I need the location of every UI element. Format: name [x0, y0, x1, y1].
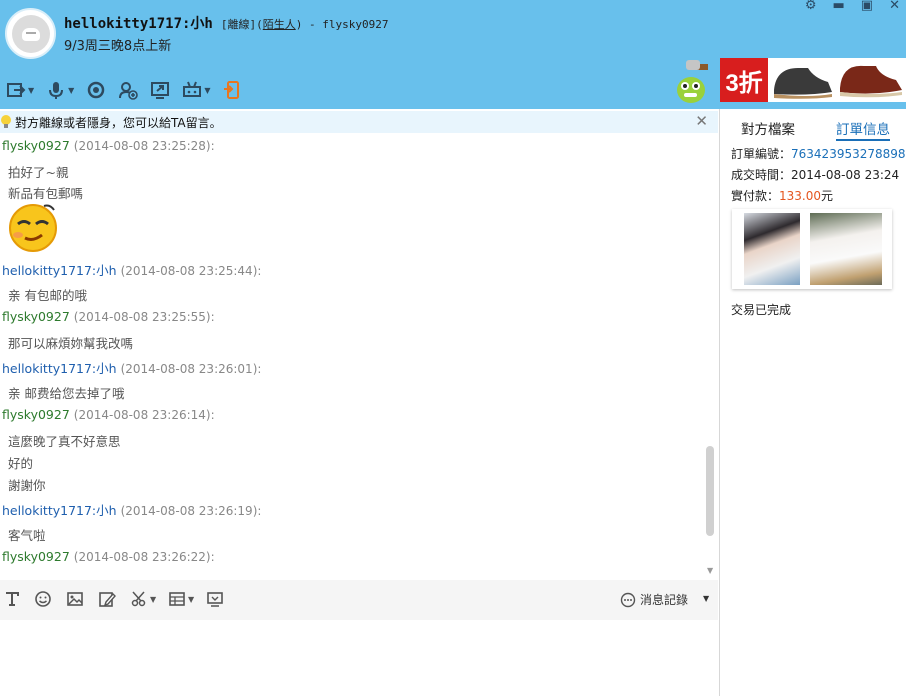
voice-icon	[49, 82, 64, 99]
quick-phrase-icon	[169, 592, 185, 606]
message-text: 亲 邮费给您去掉了哦	[8, 386, 125, 401]
message-text: 謝謝你	[8, 478, 46, 493]
paid-amount-row: 實付款：133.00元	[731, 189, 834, 203]
remote-screen-icon	[207, 592, 223, 607]
minimize-icon[interactable]: ▬	[833, 0, 845, 13]
order-number-link[interactable]: 763423953278898	[791, 147, 906, 161]
side-panel: 對方檔案 訂單信息 訂單編號：763423953278898 成交時間：2014…	[720, 109, 906, 696]
transfer-file-button[interactable]: ▼	[6, 80, 34, 100]
online-status: [離線](陌生人)	[220, 18, 303, 31]
voice-button[interactable]: ▼	[46, 80, 74, 100]
shoe-image	[774, 65, 902, 99]
screenshot-icon	[131, 591, 146, 607]
scrollbar-thumb[interactable]	[706, 446, 714, 536]
message-text: 那可以麻煩妳幫我改嗎	[8, 336, 134, 351]
mascot-icon[interactable]	[674, 60, 712, 104]
ad-banner[interactable]: 3折	[720, 58, 906, 102]
tab-order-info[interactable]: 訂單信息	[836, 118, 890, 141]
deal-time-row: 成交時間：2014-08-08 23:24	[731, 168, 900, 182]
ad-discount: 3折	[720, 58, 768, 102]
chevron-down-icon: ▼	[28, 85, 35, 95]
chevron-down-icon: ▼	[188, 594, 195, 604]
image-icon	[67, 592, 83, 606]
remote-screen-button[interactable]	[206, 590, 224, 608]
maximize-icon[interactable]: ▣	[861, 0, 873, 13]
handwriting-button[interactable]	[98, 590, 116, 608]
message-header: hellokitty1717:小h (2014-08-08 23:26:19):	[2, 503, 262, 518]
close-icon[interactable]: ✕	[889, 0, 900, 13]
message-history-label: 消息記錄	[640, 593, 689, 607]
quick-phrase-button[interactable]: ▼	[168, 590, 194, 608]
paid-amount: 133.00	[779, 189, 822, 203]
message-header: hellokitty1717:小h (2014-08-08 23:26:01):	[2, 361, 262, 376]
relation-link[interactable]: 陌生人	[263, 18, 296, 31]
video-icon	[88, 81, 105, 99]
chat-header: hellokitty1717:小h [離線](陌生人) - flysky0927 …	[0, 0, 906, 109]
close-icon[interactable]: ✕	[695, 112, 708, 130]
default-avatar-icon	[11, 14, 50, 53]
message-header: flysky0927 (2014-08-08 23:25:28):	[2, 138, 215, 153]
screenshot-button[interactable]: ▼	[130, 590, 156, 608]
remote-assist-button[interactable]: ▼	[182, 80, 210, 100]
message-input[interactable]	[0, 620, 718, 696]
my-account: flysky0927	[322, 18, 389, 31]
order-number-row: 訂單編號：763423953278898	[731, 147, 906, 161]
chevron-down-icon[interactable]: ▼	[703, 594, 709, 603]
deal-time: 2014-08-08 23:24	[791, 168, 900, 182]
contact-avatar[interactable]	[5, 8, 56, 59]
emoji-button[interactable]	[34, 590, 52, 608]
product-image[interactable]	[810, 213, 882, 285]
screen-share-button[interactable]	[150, 80, 170, 100]
product-image[interactable]	[744, 213, 800, 285]
lightbulb-icon	[1, 115, 11, 128]
transfer-file-icon	[7, 83, 26, 97]
message-header: flysky0927 (2014-08-08 23:25:55):	[2, 309, 215, 324]
order-status: 交易已完成	[731, 303, 792, 317]
chat-bubble-icon	[620, 592, 636, 607]
message-header: flysky0927 (2014-08-08 23:26:22):	[2, 549, 215, 564]
notice-text: 對方離線或者隱身，您可以給TA留言。	[15, 115, 222, 130]
remote-assist-icon	[183, 81, 202, 97]
font-button[interactable]	[3, 590, 21, 608]
screen-share-icon	[151, 82, 170, 99]
video-button[interactable]	[86, 80, 106, 100]
contact-nickname[interactable]: hellokitty1717:小h	[64, 16, 213, 32]
title-line: hellokitty1717:小h [離線](陌生人) - flysky0927	[64, 16, 389, 32]
gear-icon[interactable]: ⚙	[805, 0, 817, 13]
message-text: 新品有包郵嗎	[8, 186, 84, 201]
tab-profile[interactable]: 對方檔案	[741, 118, 795, 138]
input-toolbar: ▼ ▼ 消息記錄 ▼	[0, 580, 718, 620]
add-contact-button[interactable]	[118, 80, 139, 100]
message-text: 好的	[8, 456, 34, 471]
message-header: hellokitty1717:小h (2014-08-08 23:25:44):	[2, 263, 262, 278]
smirk-emoji-icon	[9, 204, 57, 252]
contact-toolbar: ▼ ▼ ▼	[6, 80, 242, 100]
message-text: 客气啦	[8, 528, 46, 543]
handwriting-icon	[99, 592, 116, 607]
chat-history[interactable]: flysky0927 (2014-08-08 23:25:28): 拍好了~親 …	[0, 133, 718, 578]
message-header: flysky0927 (2014-08-08 23:26:14):	[2, 407, 215, 422]
add-contact-icon	[119, 82, 139, 100]
mobile-icon	[224, 81, 240, 99]
emoji-icon	[35, 591, 51, 607]
message-text: 這麼晚了真不好意思	[8, 434, 121, 449]
message-history-button[interactable]: 消息記錄	[620, 591, 688, 608]
chevron-down-icon: ▼	[204, 85, 211, 95]
window-controls: ⚙ ▬ ▣ ✕	[805, 0, 900, 13]
image-button[interactable]	[66, 590, 84, 608]
message-text: 拍好了~親	[8, 165, 69, 180]
contact-signature: 9/3周三晚8点上新	[64, 39, 172, 54]
offline-notice: 對方離線或者隱身，您可以給TA留言。 ✕	[0, 111, 718, 133]
font-icon	[6, 592, 19, 606]
chevron-down-icon: ▼	[150, 594, 157, 604]
message-text: 亲 有包邮的哦	[8, 288, 87, 303]
scroll-down-arrow-icon[interactable]: ▼	[707, 566, 713, 575]
mobile-button[interactable]	[222, 80, 242, 100]
chevron-down-icon: ▼	[68, 85, 75, 95]
